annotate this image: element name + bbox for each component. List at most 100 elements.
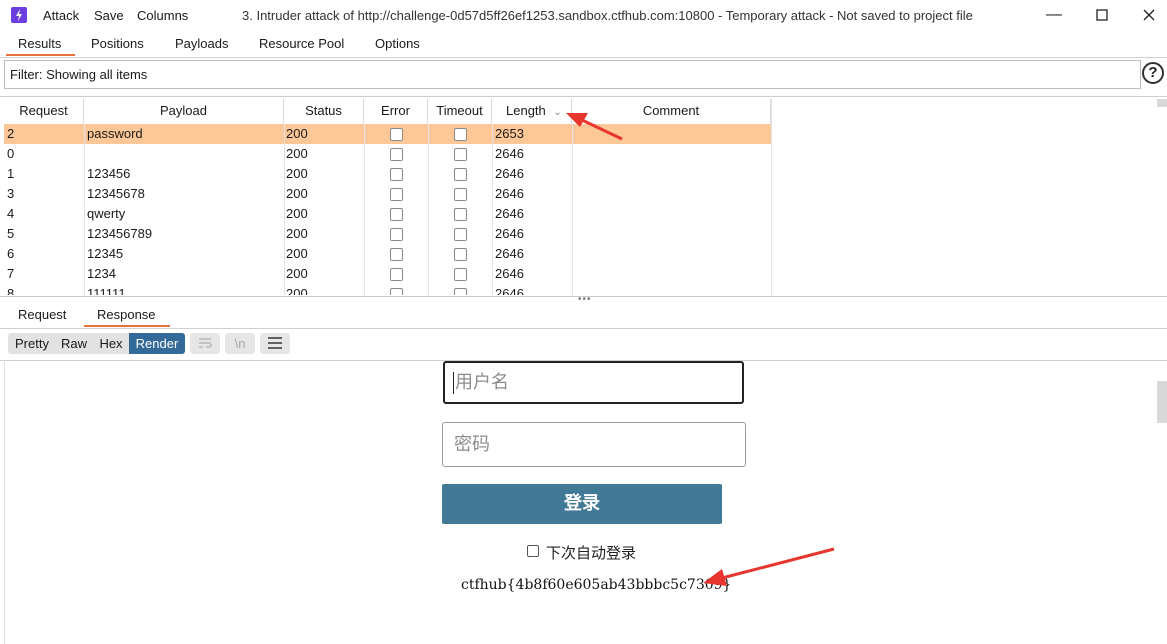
col-header-length-label: Length xyxy=(506,103,546,118)
results-table: Request Payload Status Error Timeout Len… xyxy=(4,99,771,295)
cell-length: 2646 xyxy=(495,286,524,295)
help-icon[interactable]: ? xyxy=(1142,62,1164,84)
table-row[interactable]: 8 111111 200 2646 xyxy=(4,284,771,295)
error-checkbox xyxy=(390,248,403,261)
timeout-checkbox xyxy=(454,168,467,181)
table-row[interactable]: 5 123456789 200 2646 xyxy=(4,224,771,244)
cell-payload: 1234 xyxy=(87,266,116,281)
column-divider xyxy=(284,123,285,295)
table-row[interactable]: 4 qwerty 200 2646 xyxy=(4,204,771,224)
word-wrap-icon[interactable] xyxy=(190,333,220,354)
view-hex-button[interactable]: Hex xyxy=(94,333,128,354)
col-header-error[interactable]: Error xyxy=(364,99,428,123)
table-scrollbar[interactable] xyxy=(1157,99,1167,107)
username-input[interactable]: 用户名 xyxy=(443,361,744,404)
cell-payload: qwerty xyxy=(87,206,126,221)
table-row[interactable]: 6 12345 200 2646 xyxy=(4,244,771,264)
tab-payloads[interactable]: Payloads xyxy=(175,36,228,51)
view-render-button[interactable]: Render xyxy=(129,333,185,354)
cell-status: 200 xyxy=(286,266,308,281)
cell-request: 4 xyxy=(7,206,15,221)
menu-lines-icon[interactable] xyxy=(260,333,290,354)
col-header-request[interactable]: Request xyxy=(4,99,84,123)
table-row[interactable]: 2 password 200 2653 xyxy=(4,124,771,144)
cell-request: 8 xyxy=(7,286,15,295)
cell-length: 2646 xyxy=(495,266,524,281)
col-header-length[interactable]: Length ⌄ xyxy=(492,99,572,123)
timeout-checkbox xyxy=(454,288,467,295)
tab-options[interactable]: Options xyxy=(375,36,420,51)
remember-me-label: 下次自动登录 xyxy=(546,544,637,562)
error-checkbox xyxy=(390,148,403,161)
col-header-payload[interactable]: Payload xyxy=(84,99,284,123)
tab-positions[interactable]: Positions xyxy=(91,36,144,51)
table-row[interactable]: 0 200 2646 xyxy=(4,144,771,164)
cell-payload: 12345678 xyxy=(87,186,145,201)
table-row[interactable]: 1 123456 200 2646 xyxy=(4,164,771,184)
cell-status: 200 xyxy=(286,206,308,221)
menu-attack[interactable]: Attack xyxy=(43,8,79,23)
sort-chevron-down-icon: ⌄ xyxy=(553,107,562,118)
cell-payload: 12345 xyxy=(87,246,124,261)
error-checkbox xyxy=(390,128,403,141)
column-divider xyxy=(84,123,85,295)
cell-request: 6 xyxy=(7,246,15,261)
close-icon[interactable] xyxy=(1138,4,1160,26)
password-input[interactable]: 密码 xyxy=(442,422,746,467)
menu-save[interactable]: Save xyxy=(94,8,124,23)
render-scrollbar[interactable] xyxy=(1157,381,1167,423)
cell-length: 2646 xyxy=(495,206,524,221)
active-tab-indicator xyxy=(84,325,170,327)
error-checkbox xyxy=(390,208,403,221)
error-checkbox xyxy=(390,288,403,295)
cell-request: 3 xyxy=(7,186,15,201)
active-tab-indicator xyxy=(6,54,75,56)
cell-status: 200 xyxy=(286,126,308,141)
cell-request: 2 xyxy=(7,126,15,141)
menu-columns[interactable]: Columns xyxy=(137,8,188,23)
splitter-handle-icon[interactable]: ••• xyxy=(578,294,592,305)
tab-request[interactable]: Request xyxy=(18,307,66,322)
divider xyxy=(0,96,1167,97)
column-divider xyxy=(364,123,365,295)
view-pretty-button[interactable]: Pretty xyxy=(10,333,54,354)
text-caret xyxy=(453,372,454,394)
cell-status: 200 xyxy=(286,226,308,241)
newline-icon[interactable]: \n xyxy=(225,333,255,354)
tab-results[interactable]: Results xyxy=(18,36,61,51)
col-header-status[interactable]: Status xyxy=(284,99,364,123)
filter-text: Filter: Showing all items xyxy=(10,67,148,82)
cell-status: 200 xyxy=(286,146,308,161)
cell-length: 2646 xyxy=(495,246,524,261)
cell-status: 200 xyxy=(286,246,308,261)
timeout-checkbox xyxy=(454,268,467,281)
tab-resource-pool[interactable]: Resource Pool xyxy=(259,36,344,51)
timeout-checkbox xyxy=(454,208,467,221)
cell-length: 2646 xyxy=(495,166,524,181)
error-checkbox xyxy=(390,228,403,241)
col-header-timeout[interactable]: Timeout xyxy=(428,99,492,123)
view-raw-button[interactable]: Raw xyxy=(56,333,92,354)
column-divider xyxy=(572,123,573,295)
cell-payload: 123456789 xyxy=(87,226,153,241)
minimize-icon[interactable]: — xyxy=(1043,4,1065,26)
timeout-checkbox xyxy=(454,148,467,161)
table-row[interactable]: 3 12345678 200 2646 xyxy=(4,184,771,204)
divider xyxy=(0,328,1167,329)
col-header-comment[interactable]: Comment xyxy=(572,99,771,123)
maximize-icon[interactable] xyxy=(1091,4,1113,26)
filter-bar[interactable] xyxy=(4,60,1141,89)
cell-request: 5 xyxy=(7,226,15,241)
window-title: 3. Intruder attack of http://challenge-0… xyxy=(242,8,973,23)
cell-length: 2646 xyxy=(495,146,524,161)
cell-status: 200 xyxy=(286,186,308,201)
cell-request: 0 xyxy=(7,146,15,161)
remember-me-checkbox[interactable] xyxy=(527,545,539,557)
cell-status: 200 xyxy=(286,286,308,295)
cell-payload: password xyxy=(87,126,143,141)
column-divider xyxy=(492,123,493,295)
table-row[interactable]: 7 1234 200 2646 xyxy=(4,264,771,284)
tab-response[interactable]: Response xyxy=(97,307,156,322)
error-checkbox xyxy=(390,188,403,201)
login-button[interactable]: 登录 xyxy=(442,484,722,524)
